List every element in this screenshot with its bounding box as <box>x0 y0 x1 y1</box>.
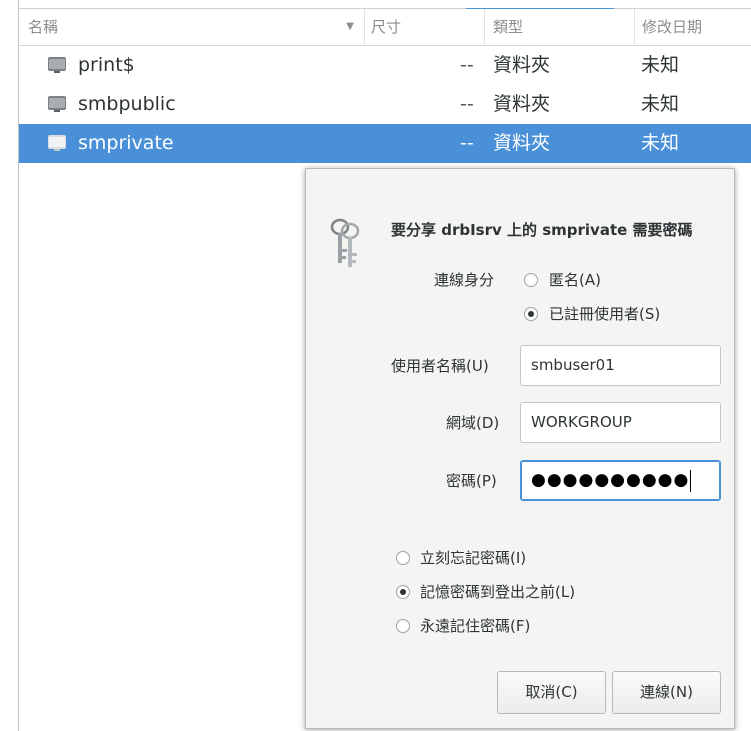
connect-button[interactable]: 連線(N) <box>612 671 721 714</box>
column-modified-header[interactable]: 修改日期 <box>634 9 751 45</box>
file-row[interactable]: smbpublic -- 資料夾 未知 <box>19 85 751 124</box>
column-type-header[interactable]: 類型 <box>484 9 634 45</box>
file-row-selected[interactable]: smprivate -- 資料夾 未知 <box>19 124 751 163</box>
file-modified: 未知 <box>641 132 680 154</box>
anonymous-radio[interactable] <box>524 273 538 287</box>
column-header: 名稱 ▼ 尺寸 類型 修改日期 <box>19 9 751 46</box>
text-caret <box>690 469 692 492</box>
password-dialog: 要分享 drbIsrv 上的 smprivate 需要密碼 連線身分 匿名(A)… <box>305 168 735 729</box>
forget-immediately-radio[interactable] <box>396 551 410 565</box>
file-type: 資料夾 <box>493 54 551 76</box>
file-name: smbpublic <box>78 93 176 115</box>
network-folder-icon <box>48 96 66 112</box>
domain-value: WORKGROUP <box>531 413 632 431</box>
column-type-label: 類型 <box>493 18 524 36</box>
domain-label: 網域(D) <box>446 414 500 432</box>
password-label: 密碼(P) <box>446 472 497 490</box>
password-value: ●●●●●●●●●● <box>531 470 690 490</box>
file-type: 資料夾 <box>493 93 551 115</box>
username-field[interactable]: smbuser01 <box>520 345 721 386</box>
remember-forever-label[interactable]: 永遠記住密碼(F) <box>420 615 530 636</box>
anonymous-label[interactable]: 匿名(A) <box>549 269 601 290</box>
file-type: 資料夾 <box>493 132 551 154</box>
username-label: 使用者名稱(U) <box>391 357 489 375</box>
file-size: -- <box>460 93 474 115</box>
domain-field[interactable]: WORKGROUP <box>520 402 721 443</box>
cancel-button[interactable]: 取消(C) <box>497 671 606 714</box>
file-size: -- <box>460 132 474 154</box>
file-manager-window: 名稱 ▼ 尺寸 類型 修改日期 print$ -- 資料夾 未知 smbpubl… <box>0 0 751 731</box>
network-folder-icon <box>48 57 66 73</box>
file-modified: 未知 <box>641 93 680 115</box>
registered-user-label[interactable]: 已註冊使用者(S) <box>549 303 660 324</box>
password-field[interactable]: ●●●●●●●●●● <box>520 460 721 501</box>
sort-descending-icon: ▼ <box>346 21 354 32</box>
file-name: print$ <box>78 54 135 76</box>
column-size-header[interactable]: 尺寸 <box>364 9 484 45</box>
column-size-label: 尺寸 <box>371 18 402 36</box>
file-name: smprivate <box>78 132 174 154</box>
registered-user-radio[interactable] <box>524 307 538 321</box>
forget-immediately-label[interactable]: 立刻忘記密碼(I) <box>420 547 526 568</box>
connect-as-label: 連線身分 <box>434 271 495 289</box>
keys-icon <box>330 218 360 267</box>
remember-forever-radio[interactable] <box>396 619 410 633</box>
column-name-label: 名稱 <box>28 18 59 36</box>
remember-until-logout-label[interactable]: 記憶密碼到登出之前(L) <box>420 581 575 602</box>
column-modified-label: 修改日期 <box>642 18 703 36</box>
column-name-header[interactable]: 名稱 ▼ <box>19 9 364 45</box>
remember-until-logout-radio[interactable] <box>396 585 410 599</box>
username-value: smbuser01 <box>531 356 615 374</box>
dialog-title: 要分享 drbIsrv 上的 smprivate 需要密碼 <box>391 221 693 239</box>
file-modified: 未知 <box>641 54 680 76</box>
file-row[interactable]: print$ -- 資料夾 未知 <box>19 46 751 85</box>
file-size: -- <box>460 54 474 76</box>
network-folder-icon <box>48 135 66 151</box>
